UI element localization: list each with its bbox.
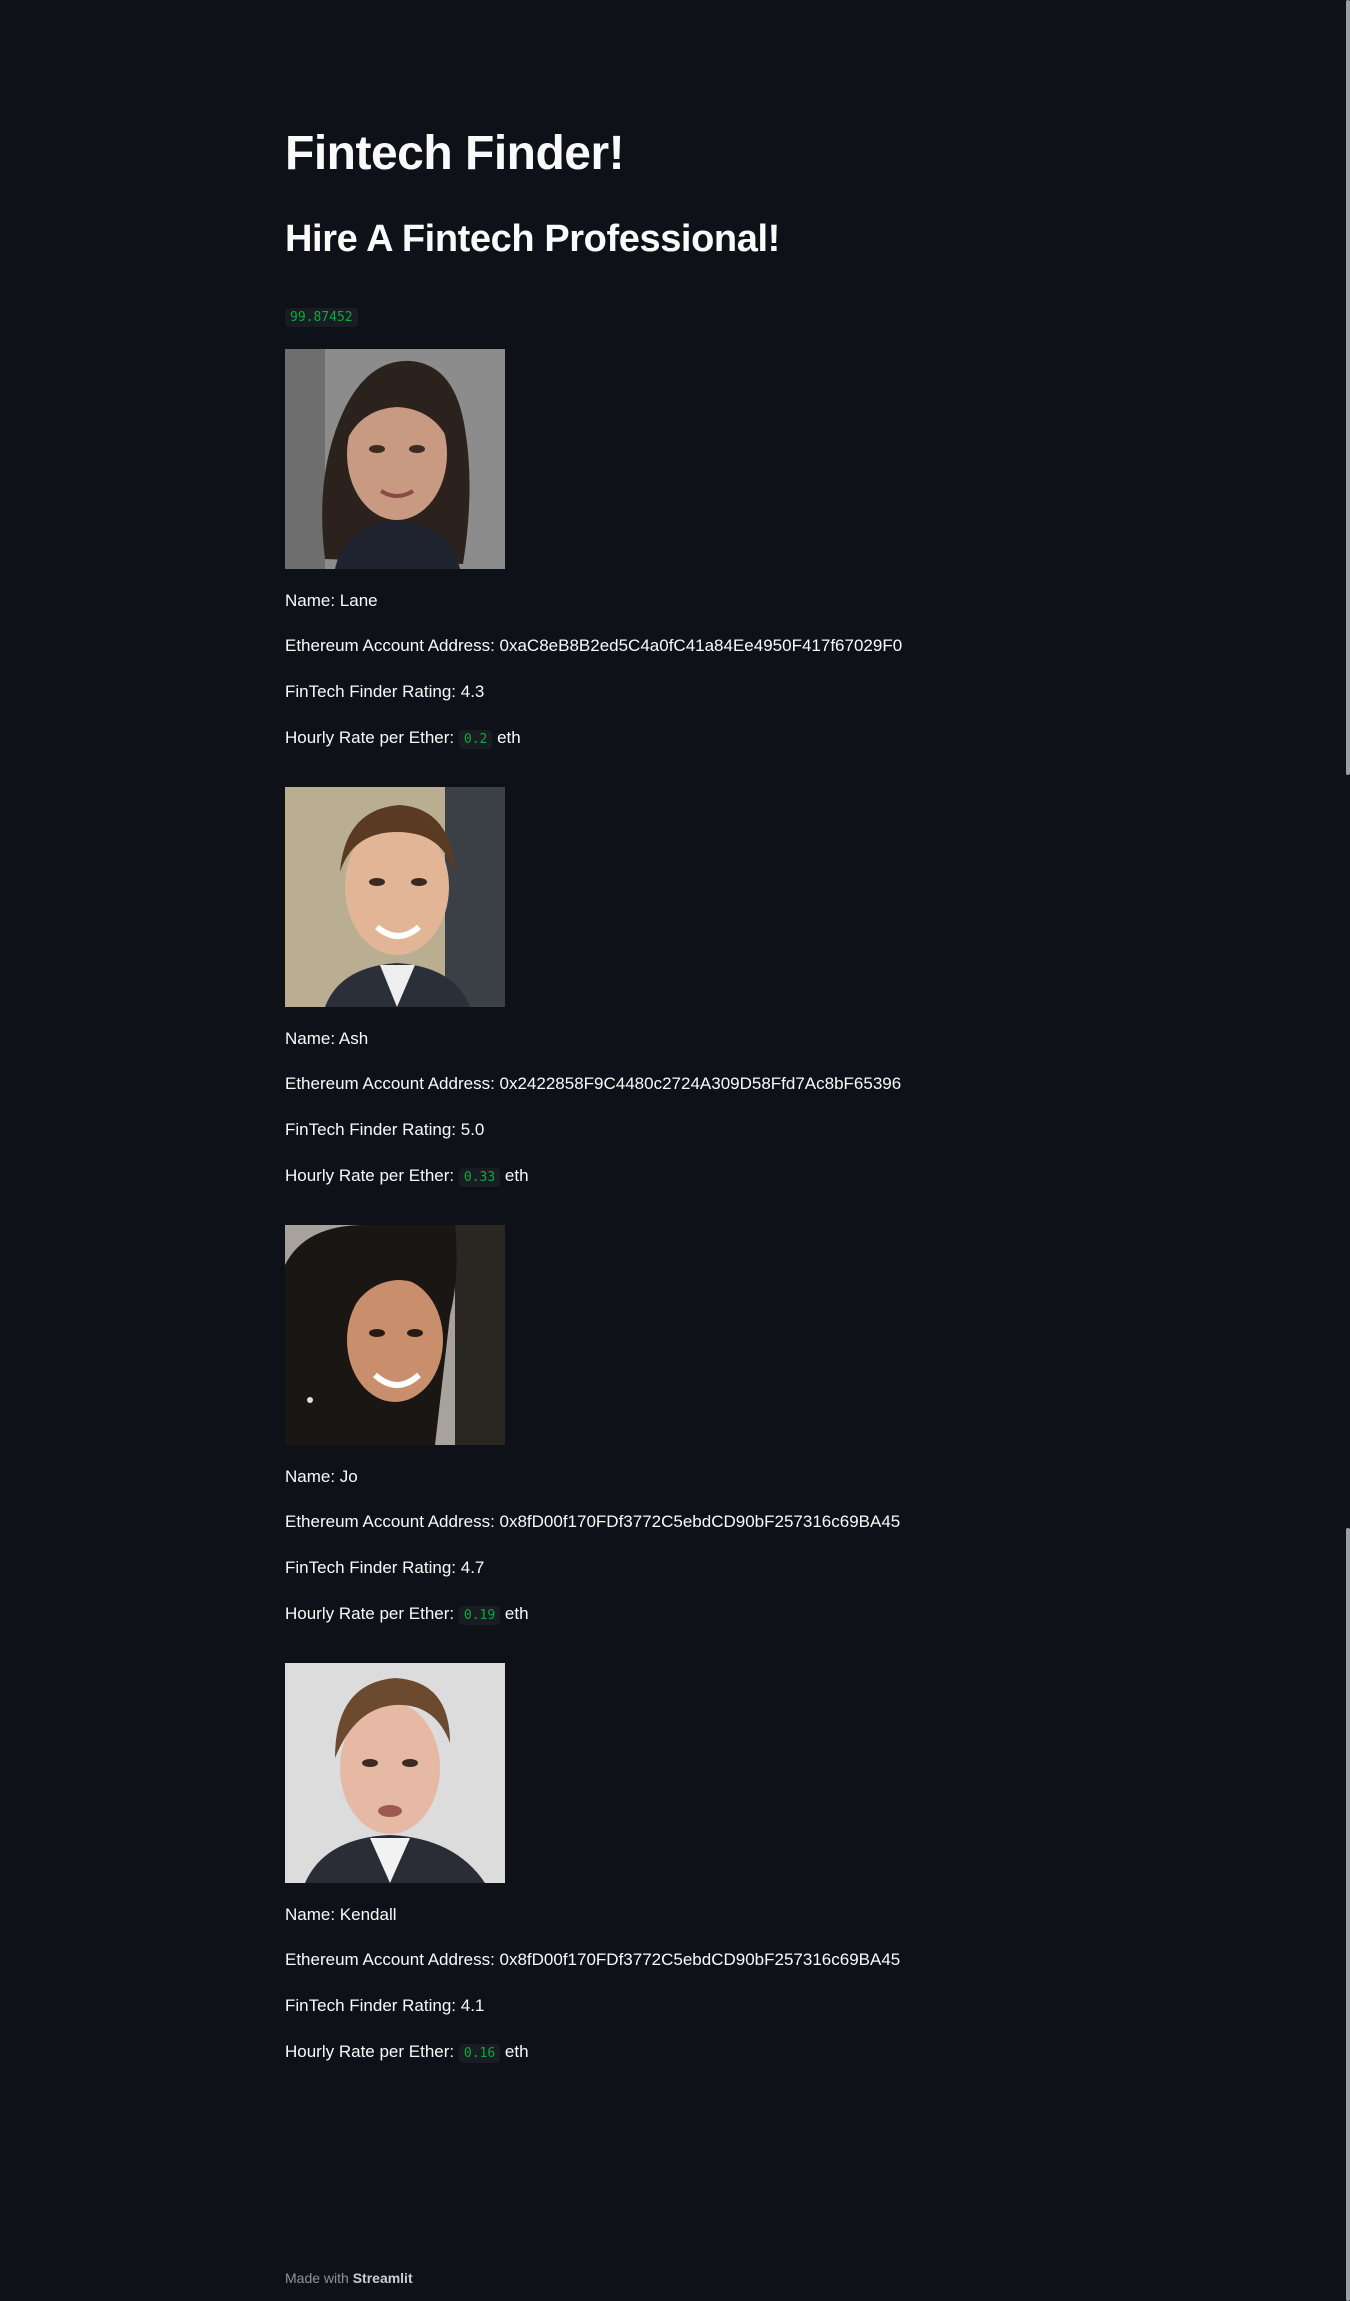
candidate-address: Ethereum Account Address: 0x2422858F9C44…: [285, 1074, 902, 1093]
rate-unit: eth: [504, 1166, 529, 1185]
candidate-name: Name: Kendall: [285, 1905, 397, 1924]
streamlit-link[interactable]: Streamlit: [353, 2270, 413, 2286]
rate-value: 0.19: [458, 1606, 501, 1625]
scrollbar-thumb[interactable]: [1346, 1528, 1350, 2301]
candidate-card: [285, 1225, 985, 1445]
candidate-name: Name: Ash: [285, 1029, 369, 1048]
account-balance: 99.87452: [285, 308, 358, 327]
rate-value: 0.2: [458, 730, 493, 749]
candidate-photo: [285, 1225, 505, 1445]
rate-unit: eth: [504, 2042, 529, 2061]
rate-label: Hourly Rate per Ether:: [285, 728, 455, 747]
candidate-address: Ethereum Account Address: 0x8fD00f170FDf…: [285, 1512, 901, 1531]
candidate-rating: FinTech Finder Rating: 5.0: [285, 1120, 485, 1139]
candidate-photo: [285, 787, 505, 1007]
candidate-card: [285, 349, 985, 569]
candidate-rating: FinTech Finder Rating: 4.3: [285, 682, 485, 701]
footer: Made with Streamlit: [285, 2270, 413, 2286]
rate-label: Hourly Rate per Ether:: [285, 1166, 455, 1185]
page-title: Fintech Finder!: [285, 127, 625, 180]
candidate-photo: [285, 349, 505, 569]
scrollbar[interactable]: [1346, 0, 1350, 2301]
rate-unit: eth: [497, 728, 521, 747]
candidate-rate-row: Hourly Rate per Ether: 0.16 eth: [285, 2041, 529, 2065]
candidate-address: Ethereum Account Address: 0xaC8eB8B2ed5C…: [285, 636, 903, 655]
page-subtitle: Hire A Fintech Professional!: [285, 218, 780, 260]
candidate-address: Ethereum Account Address: 0x8fD00f170FDf…: [285, 1950, 901, 1969]
candidate-rate-row: Hourly Rate per Ether: 0.19 eth: [285, 1603, 529, 1627]
scrollbar-thumb[interactable]: [1346, 0, 1350, 775]
candidate-rate-row: Hourly Rate per Ether: 0.2 eth: [285, 727, 521, 751]
candidate-photo: [285, 1663, 505, 1883]
candidate-name: Name: Lane: [285, 591, 378, 610]
rate-value: 0.16: [458, 2044, 501, 2063]
footer-prefix: Made with: [285, 2270, 349, 2286]
candidate-rating: FinTech Finder Rating: 4.1: [285, 1996, 485, 2015]
candidate-card: [285, 1663, 985, 1883]
candidate-name: Name: Jo: [285, 1467, 358, 1486]
rate-unit: eth: [504, 1604, 529, 1623]
candidate-rating: FinTech Finder Rating: 4.7: [285, 1558, 485, 1577]
rate-label: Hourly Rate per Ether:: [285, 1604, 455, 1623]
candidate-card: [285, 787, 985, 1007]
rate-value: 0.33: [458, 1168, 501, 1187]
rate-label: Hourly Rate per Ether:: [285, 2042, 455, 2061]
candidate-rate-row: Hourly Rate per Ether: 0.33 eth: [285, 1165, 529, 1189]
app-page: Fintech Finder! Hire A Fintech Professio…: [0, 0, 1350, 2301]
